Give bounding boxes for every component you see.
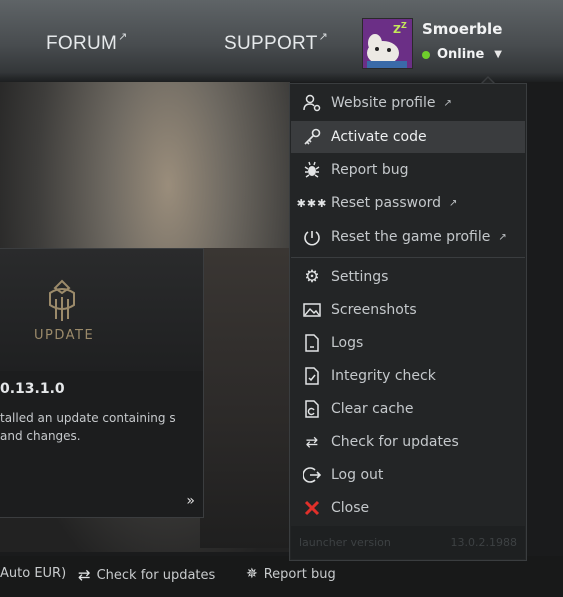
password-dots-icon: ✱✱✱ bbox=[296, 196, 328, 210]
launcher-version-bar: launcher version 13.0.2.1988 bbox=[291, 526, 525, 559]
online-status-dot bbox=[422, 50, 430, 59]
svg-text:Z: Z bbox=[393, 23, 401, 36]
chevron-down-icon[interactable]: ▼ bbox=[494, 49, 502, 60]
menu-item-website-profile[interactable]: Website profile ↗ bbox=[291, 87, 525, 119]
nav-support-link[interactable]: SUPPORT↗ bbox=[224, 31, 329, 55]
update-badge-label: UPDATE bbox=[34, 328, 95, 343]
launcher-version-label: launcher version bbox=[299, 536, 391, 549]
game-artwork-soldier bbox=[200, 248, 290, 548]
menu-item-label: Settings bbox=[331, 269, 389, 285]
footer-check-updates-label[interactable]: Check for updates bbox=[97, 568, 216, 583]
menu-item-label: Activate code bbox=[331, 129, 427, 145]
logout-icon bbox=[301, 464, 323, 486]
menu-item-integrity-check[interactable]: Integrity check bbox=[291, 360, 525, 392]
news-card[interactable]: UPDATE 0.13.1.0 talled an update contain… bbox=[0, 248, 204, 518]
menu-item-check-updates[interactable]: ⇄ Check for updates bbox=[291, 426, 525, 458]
user-status[interactable]: Online ▼ bbox=[422, 47, 502, 62]
gear-icon: ⚙ bbox=[304, 267, 320, 287]
news-text: talled an update containing s and change… bbox=[0, 411, 176, 443]
svg-text:Z: Z bbox=[401, 21, 407, 30]
news-card-banner: UPDATE bbox=[0, 249, 203, 371]
image-icon bbox=[301, 299, 323, 321]
menu-item-label: Integrity check bbox=[331, 368, 436, 384]
menu-item-label: Website profile bbox=[331, 95, 436, 111]
bug-icon bbox=[301, 159, 323, 181]
refresh-icon: ⇄ bbox=[305, 433, 319, 451]
avatar[interactable]: Z Z bbox=[362, 18, 413, 69]
menu-item-close[interactable]: Close bbox=[291, 492, 525, 524]
menu-item-label: Reset the game profile bbox=[331, 229, 491, 245]
currency-selector[interactable]: Auto EUR) bbox=[0, 566, 66, 581]
external-link-icon: ↗ bbox=[449, 197, 458, 209]
refresh-icon: ⇄ bbox=[78, 566, 91, 584]
news-version: 0.13.1.0 bbox=[0, 381, 65, 397]
menu-divider bbox=[291, 257, 525, 258]
bug-icon: ✵ bbox=[246, 566, 258, 582]
reset-power-icon bbox=[301, 226, 323, 248]
menu-item-label: Screenshots bbox=[331, 302, 417, 318]
menu-item-report-bug[interactable]: Report bug bbox=[291, 154, 525, 186]
username[interactable]: Smoerble bbox=[422, 20, 502, 38]
menu-item-label: Log out bbox=[331, 467, 384, 483]
menu-item-label: Report bug bbox=[331, 162, 409, 178]
footer-report-bug-button[interactable]: ✵ Report bug bbox=[246, 566, 336, 582]
menu-item-activate-code[interactable]: Activate code bbox=[291, 121, 525, 153]
menu-item-settings[interactable]: ⚙ Settings bbox=[291, 261, 525, 293]
external-link-icon: ↗ bbox=[498, 231, 507, 243]
nav-forum-label[interactable]: FORUM bbox=[46, 33, 117, 54]
clear-cache-icon bbox=[301, 398, 323, 420]
nav-support-label[interactable]: SUPPORT bbox=[224, 33, 318, 54]
footer-report-bug-label[interactable]: Report bug bbox=[264, 567, 336, 582]
menu-item-label: Clear cache bbox=[331, 401, 414, 417]
user-dropdown-menu: Website profile ↗ Activate code Report b… bbox=[289, 83, 527, 561]
menu-item-label: Logs bbox=[331, 335, 364, 351]
footer-check-updates-button[interactable]: ⇄ Check for updates bbox=[78, 566, 215, 584]
update-emblem-icon bbox=[49, 279, 75, 321]
menu-item-log-out[interactable]: Log out bbox=[291, 459, 525, 491]
external-link-icon: ↗ bbox=[118, 31, 128, 43]
menu-item-clear-cache[interactable]: Clear cache bbox=[291, 393, 525, 425]
menu-item-reset-password[interactable]: ✱✱✱ Reset password ↗ bbox=[291, 187, 525, 219]
external-link-icon: ↗ bbox=[318, 31, 329, 43]
menu-item-logs[interactable]: Logs bbox=[291, 327, 525, 359]
external-link-icon: ↗ bbox=[443, 97, 452, 109]
currency-label[interactable]: Auto EUR) bbox=[0, 566, 66, 581]
menu-item-reset-game-profile[interactable]: Reset the game profile ↗ bbox=[291, 221, 525, 253]
menu-item-screenshots[interactable]: Screenshots bbox=[291, 294, 525, 326]
check-file-icon bbox=[301, 365, 323, 387]
news-more-button[interactable]: » bbox=[186, 493, 195, 509]
menu-item-label: Reset password bbox=[331, 195, 442, 211]
close-icon bbox=[301, 497, 323, 519]
user-gear-icon bbox=[301, 92, 323, 114]
menu-item-label: Close bbox=[331, 500, 370, 516]
log-file-icon bbox=[301, 332, 323, 354]
launcher-version-number: 13.0.2.1988 bbox=[450, 536, 517, 549]
status-label[interactable]: Online bbox=[437, 47, 484, 62]
key-icon bbox=[301, 126, 323, 148]
menu-item-label: Check for updates bbox=[331, 434, 459, 450]
nav-forum-link[interactable]: FORUM↗ bbox=[46, 31, 128, 55]
